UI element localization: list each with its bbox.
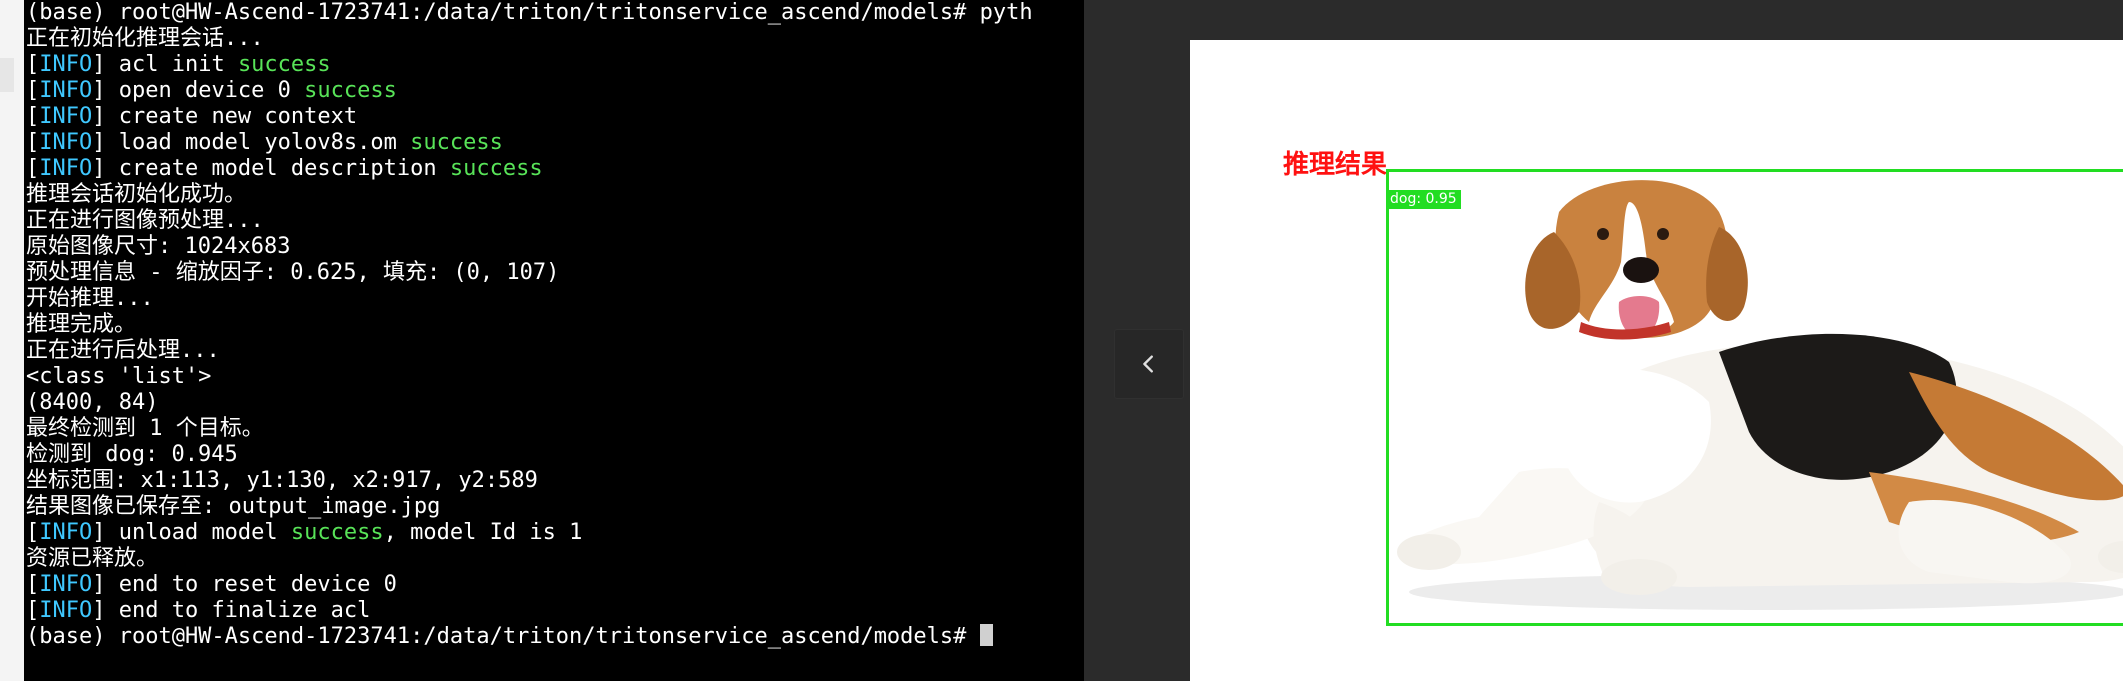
terminal-line: 最终检测到 1 个目标。 [26, 416, 1033, 442]
success-text: success [290, 520, 384, 545]
terminal-text: 正在初始化推理会话... [26, 26, 264, 51]
terminal-output: (base) root@HW-Ascend-1723741:/data/trit… [26, 0, 1033, 650]
terminal-line: 推理会话初始化成功。 [26, 182, 1033, 208]
success-text: success [410, 130, 503, 155]
terminal-line: 结果图像已保存至: output_image.jpg [26, 494, 1033, 520]
log-level-tag: INFO [39, 78, 93, 103]
terminal-text: <class 'list'> [26, 364, 212, 389]
terminal-line: [INFO] end to reset device 0 [26, 572, 1033, 598]
terminal-text: ] end to finalize acl [92, 598, 371, 623]
terminal-line: <class 'list'> [26, 364, 1033, 390]
terminal-line: 预处理信息 - 缩放因子: 0.625, 填充: (0, 107) [26, 260, 1033, 286]
result-title: 推理结果 [1283, 150, 1388, 180]
terminal-line: [INFO] unload model success, model Id is… [26, 520, 1033, 546]
success-text: success [304, 78, 397, 103]
terminal-text: (8400, 84) [26, 390, 159, 415]
log-level-tag: INFO [39, 572, 93, 597]
detection-bounding-box [1386, 169, 2123, 626]
terminal-text: 检测到 dog: 0.945 [26, 442, 238, 467]
terminal-text: ] end to reset device 0 [92, 572, 397, 597]
gutter-marker [0, 58, 14, 92]
terminal-line: 正在进行后处理... [26, 338, 1033, 364]
terminal-line: 推理完成。 [26, 312, 1033, 338]
terminal-text: 坐标范围: x1:113, y1:130, x2:917, y2:589 [26, 468, 538, 493]
terminal-text: [ [26, 78, 40, 103]
terminal-text: ] create new context [92, 104, 358, 129]
terminal-line: 正在初始化推理会话... [26, 26, 1033, 52]
terminal-text: ] acl init [92, 52, 238, 77]
terminal-line: 检测到 dog: 0.945 [26, 442, 1033, 468]
terminal-text: 推理完成。 [26, 312, 137, 337]
log-level-tag: INFO [39, 130, 93, 155]
terminal-line: 开始推理... [26, 286, 1033, 312]
terminal-line: (8400, 84) [26, 390, 1033, 416]
terminal-text: [ [26, 104, 40, 129]
terminal-text: (base) root@HW-Ascend-1723741:/data/trit… [26, 0, 1033, 25]
log-level-tag: INFO [39, 52, 93, 77]
success-text: success [449, 156, 543, 181]
terminal-line: 正在进行图像预处理... [26, 208, 1033, 234]
terminal-line: 坐标范围: x1:113, y1:130, x2:917, y2:589 [26, 468, 1033, 494]
log-level-tag: INFO [39, 520, 93, 545]
terminal-text: 正在进行后处理... [26, 338, 220, 363]
terminal-line: [INFO] open device 0 success [26, 78, 1033, 104]
log-level-tag: INFO [39, 156, 93, 181]
terminal-line: 原始图像尺寸: 1024x683 [26, 234, 1033, 260]
terminal-text: 推理会话初始化成功。 [26, 182, 247, 207]
terminal-text: [ [26, 130, 40, 155]
terminal-prompt: (base) root@HW-Ascend-1723741:/data/trit… [26, 624, 980, 649]
terminal-text: 资源已释放。 [26, 546, 159, 571]
terminal-text: ] load model yolov8s.om [92, 130, 411, 155]
terminal-prompt-line[interactable]: (base) root@HW-Ascend-1723741:/data/trit… [26, 624, 1033, 650]
log-level-tag: INFO [39, 598, 93, 623]
terminal-line: [INFO] create new context [26, 104, 1033, 130]
log-level-tag: INFO [39, 104, 93, 129]
terminal-line: [INFO] create model description success [26, 156, 1033, 182]
terminal-text: 预处理信息 - 缩放因子: 0.625, 填充: (0, 107) [26, 260, 560, 285]
terminal-line: [INFO] acl init success [26, 52, 1033, 78]
previous-image-button[interactable] [1114, 329, 1184, 399]
terminal-text: [ [26, 520, 40, 545]
terminal-text: , model Id is 1 [383, 520, 583, 545]
left-gutter [0, 0, 24, 681]
terminal-text: ] unload model [92, 520, 291, 545]
terminal-text: [ [26, 572, 40, 597]
terminal-text: [ [26, 52, 40, 77]
terminal-text: [ [26, 598, 40, 623]
image-viewer-panel: 推理结果 dog: 0.95 [1084, 0, 2123, 681]
text-cursor [979, 624, 993, 646]
terminal-line: (base) root@HW-Ascend-1723741:/data/trit… [26, 0, 1033, 26]
success-text: success [237, 52, 331, 77]
terminal-line: [INFO] end to finalize acl [26, 598, 1033, 624]
terminal-text: ] create model description [92, 156, 450, 181]
terminal-text: 开始推理... [26, 286, 154, 311]
terminal-text: 最终检测到 1 个目标。 [26, 416, 264, 441]
result-image: 推理结果 dog: 0.95 [1190, 40, 2123, 681]
terminal-text: 正在进行图像预处理... [26, 208, 264, 233]
chevron-left-icon [1143, 355, 1153, 373]
detection-label: dog: 0.95 [1386, 190, 1461, 209]
terminal-line: 资源已释放。 [26, 546, 1033, 572]
terminal-text: 结果图像已保存至: output_image.jpg [26, 494, 441, 519]
terminal-text: 原始图像尺寸: 1024x683 [26, 234, 291, 259]
terminal-text: [ [26, 156, 40, 181]
terminal-text: ] open device 0 [92, 78, 305, 103]
terminal-line: [INFO] load model yolov8s.om success [26, 130, 1033, 156]
terminal-window[interactable]: (base) root@HW-Ascend-1723741:/data/trit… [24, 0, 1084, 681]
